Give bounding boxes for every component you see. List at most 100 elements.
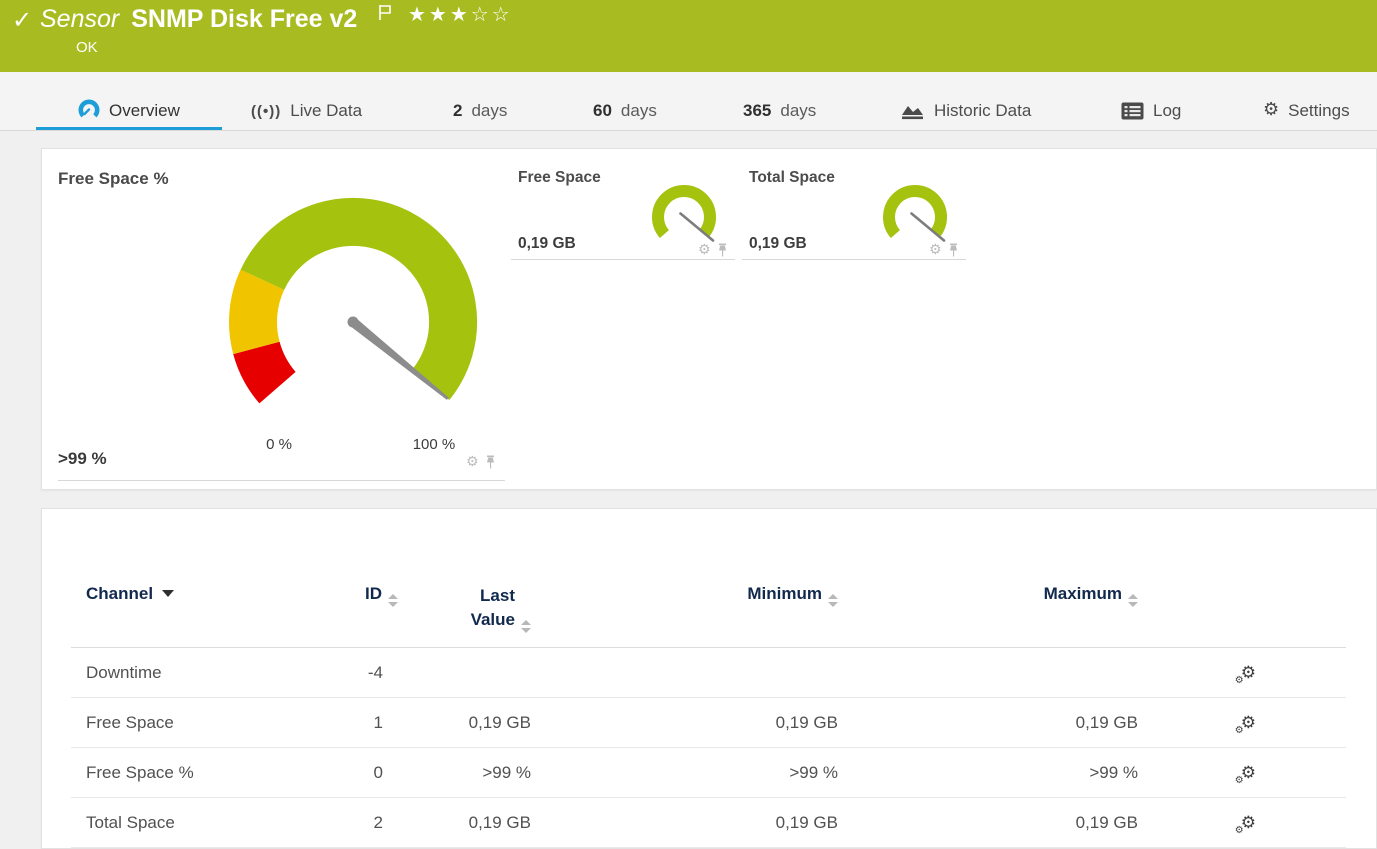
mini-gauge-ring [883, 185, 947, 239]
mini-gauge-ring [652, 185, 716, 239]
sensor-header: ✓ Sensor SNMP Disk Free v2 ★★★☆☆ OK [0, 0, 1377, 72]
pin-icon[interactable] [485, 455, 496, 469]
gauge-icon [78, 99, 100, 118]
tile-divider [58, 480, 505, 481]
tab-log[interactable]: Log [1121, 71, 1181, 130]
tab-overview-label: Overview [109, 101, 180, 120]
mini-gauge-free-space-title: Free Space [518, 169, 601, 186]
gauge-yellow-segment [229, 269, 285, 355]
channel-name: Free Space % [71, 747, 341, 798]
tab-2-days-unit: days [471, 101, 508, 120]
channel-last-value [398, 647, 531, 698]
channel-id: 2 [341, 797, 398, 848]
column-header-channel[interactable]: Channel [71, 573, 341, 648]
tab-60-days[interactable]: 60 days [593, 71, 657, 130]
active-tab-underline [36, 127, 222, 130]
tab-bar: Overview ((•)) Live Data 2 days 60 days … [0, 72, 1377, 131]
gauge-green-segment [240, 197, 478, 401]
gear-icon: ⚙ [1263, 99, 1280, 120]
sensor-title-row: Sensor SNMP Disk Free v2 [40, 5, 357, 34]
column-header-id[interactable]: ID [341, 573, 398, 648]
channel-id: -4 [341, 647, 398, 698]
column-header-channel-label: Channel [86, 584, 154, 603]
channel-settings-gears-icon[interactable]: ⚙ ⚙ [1235, 663, 1256, 686]
sort-icon [1128, 594, 1138, 607]
table-row-downtime: Downtime -4 ⚙ ⚙ [71, 647, 1346, 698]
tab-60-days-unit: days [620, 101, 657, 120]
page-title: SNMP Disk Free v2 [131, 5, 358, 33]
channel-table: Channel ID Last Value Minimum Maximum Do… [71, 573, 1346, 848]
sort-icon [521, 620, 531, 633]
tab-log-label: Log [1153, 101, 1182, 120]
tab-overview[interactable]: Overview [78, 71, 180, 130]
channel-last-value: 0,19 GB [398, 797, 531, 848]
tile-divider [742, 259, 966, 260]
broadcast-icon: ((•)) [251, 103, 282, 120]
pin-icon[interactable] [948, 243, 959, 257]
channel-minimum: 0,19 GB [531, 697, 838, 748]
tab-live-data-label: Live Data [290, 101, 363, 120]
table-header-row: Channel ID Last Value Minimum Maximum [71, 573, 1346, 648]
column-header-minimum[interactable]: Minimum [531, 573, 838, 648]
tab-historic-data-label: Historic Data [934, 101, 1032, 120]
free-space-percent-gauge[interactable] [218, 194, 488, 434]
gauge-needle-hub [347, 316, 359, 328]
tab-historic-data[interactable]: Historic Data [901, 71, 1031, 130]
channel-settings-gears-icon[interactable]: ⚙ ⚙ [1235, 813, 1256, 836]
mini-gauge-free-space-value: 0,19 GB [518, 235, 576, 252]
stars-empty: ☆☆ [470, 2, 513, 26]
stars-filled: ★★★ [408, 2, 471, 26]
channel-last-value: >99 % [398, 747, 531, 798]
column-header-minimum-label: Minimum [747, 584, 822, 603]
column-header-last-value-label: Last Value [470, 586, 515, 629]
sort-icon [388, 594, 398, 607]
table-row-free-space-percent: Free Space % 0 >99 % >99 % >99 % ⚙ ⚙ [71, 747, 1346, 798]
channel-id: 0 [341, 747, 398, 798]
channel-settings-gears-icon[interactable]: ⚙ ⚙ [1235, 763, 1256, 786]
pin-icon[interactable] [717, 243, 728, 257]
tab-365-days-unit: days [780, 101, 817, 120]
channel-name: Total Space [71, 797, 341, 848]
channel-settings-gears-icon[interactable]: ⚙ ⚙ [1235, 713, 1256, 736]
channel-name: Downtime [71, 647, 341, 698]
channel-minimum: >99 % [531, 747, 838, 798]
tab-365-days[interactable]: 365 days [743, 71, 816, 130]
tile-divider [511, 259, 735, 260]
mini-gauge-total-space-value: 0,19 GB [749, 235, 807, 252]
tab-2-days[interactable]: 2 days [453, 71, 507, 130]
prtg-sensor-page: ✓ Sensor SNMP Disk Free v2 ★★★☆☆ OK Overv… [0, 0, 1377, 849]
tab-settings-label: Settings [1288, 101, 1350, 120]
area-chart-icon [902, 106, 923, 120]
priority-stars[interactable]: ★★★☆☆ [408, 2, 513, 26]
primary-gauge-value: >99 % [58, 449, 107, 468]
tab-60-days-number: 60 [593, 101, 612, 120]
column-header-maximum-label: Maximum [1043, 584, 1122, 603]
gauge-settings-gear-icon[interactable]: ⚙ [698, 243, 711, 257]
column-header-last-value[interactable]: Last Value [398, 573, 531, 648]
gauge-scale-min-label: 0 % [266, 436, 292, 453]
channel-maximum: 0,19 GB [838, 797, 1138, 848]
table-row-free-space: Free Space 1 0,19 GB 0,19 GB 0,19 GB ⚙ ⚙ [71, 697, 1346, 748]
gauge-settings-gear-icon[interactable]: ⚙ [929, 243, 942, 257]
channel-maximum [838, 647, 1138, 698]
gauge-settings-gear-icon[interactable]: ⚙ [466, 455, 479, 469]
mini-gauge-total-space-title: Total Space [749, 169, 835, 186]
channel-last-value: 0,19 GB [398, 697, 531, 748]
channel-name: Free Space [71, 697, 341, 748]
column-header-settings [1138, 573, 1346, 648]
sort-icon [828, 594, 838, 607]
overview-gauges-panel: Free Space % 0 % 100 % >99 % ⚙ Free Spac… [41, 148, 1377, 490]
column-header-id-label: ID [365, 584, 382, 603]
channel-minimum [531, 647, 838, 698]
channel-id: 1 [341, 697, 398, 748]
column-header-maximum[interactable]: Maximum [838, 573, 1138, 648]
object-kind-label: Sensor [40, 5, 120, 33]
tab-live-data[interactable]: ((•)) Live Data [251, 71, 362, 130]
flag-icon[interactable] [378, 4, 393, 26]
log-icon [1121, 102, 1144, 120]
tab-settings[interactable]: ⚙ Settings [1263, 71, 1350, 130]
table-row-total-space: Total Space 2 0,19 GB 0,19 GB 0,19 GB ⚙ ⚙ [71, 797, 1346, 848]
channels-panel: Channel ID Last Value Minimum Maximum Do… [41, 508, 1377, 849]
channel-maximum: >99 % [838, 747, 1138, 798]
sort-descending-icon [162, 590, 175, 597]
